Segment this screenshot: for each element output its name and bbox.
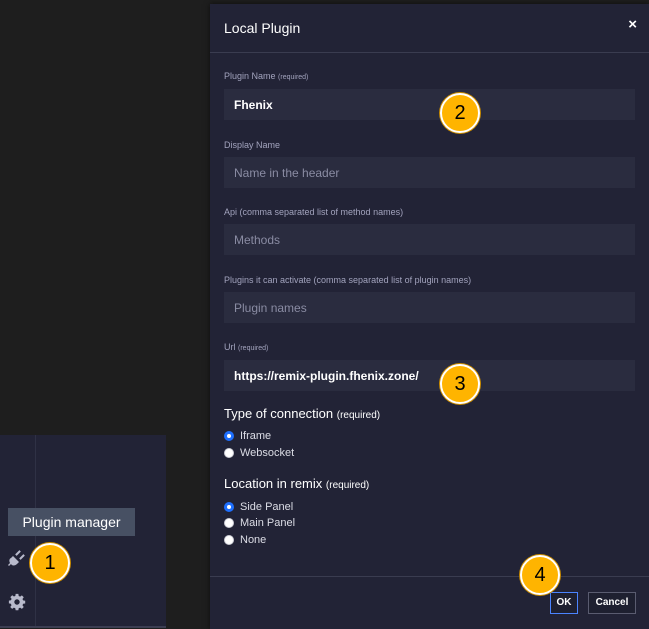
modal-title: Local Plugin	[224, 20, 301, 36]
radio-none[interactable]: None	[224, 534, 266, 546]
radio-label: Websocket	[240, 447, 295, 459]
callout-3: 3	[440, 364, 480, 404]
api-methods-input[interactable]	[224, 224, 635, 255]
plugin-names-input[interactable]	[224, 292, 635, 323]
callout-1: 1	[30, 543, 70, 583]
radio-button[interactable]	[224, 518, 234, 528]
display-name-label: Display Name	[224, 140, 281, 150]
connection-type-title: Type of connection (required)	[224, 406, 380, 421]
radio-label: Side Panel	[240, 501, 294, 513]
ok-button[interactable]: OK	[550, 592, 578, 614]
required-marker: (required)	[278, 74, 309, 81]
location-title-text: Location in remix	[224, 476, 323, 491]
plugins-activate-label: Plugins it can activate (comma separated…	[224, 275, 472, 285]
url-label-text: Url	[224, 342, 236, 352]
modal-header: Local Plugin ×	[210, 4, 649, 53]
location-title: Location in remix (required)	[224, 476, 369, 491]
connection-type-text: Type of connection	[224, 406, 334, 421]
api-label: Api (comma separated list of method name…	[224, 207, 404, 217]
modal-footer-divider	[210, 576, 649, 577]
cancel-button[interactable]: Cancel	[588, 592, 636, 614]
close-icon[interactable]: ×	[628, 16, 637, 33]
plugin-name-label: Plugin Name (required)	[224, 71, 308, 81]
callout-2: 2	[440, 93, 480, 133]
required-marker: (required)	[238, 345, 269, 352]
display-name-input[interactable]	[224, 157, 635, 188]
radio-button[interactable]	[224, 448, 234, 458]
gear-icon[interactable]	[8, 593, 26, 611]
required-marker: (required)	[325, 480, 370, 491]
required-marker: (required)	[336, 410, 381, 421]
url-label: Url (required)	[224, 342, 268, 352]
radio-label: Iframe	[240, 430, 272, 442]
url-input[interactable]	[224, 360, 635, 391]
radio-button[interactable]	[224, 502, 234, 512]
radio-label: None	[240, 534, 267, 546]
radio-side-panel[interactable]: Side Panel	[224, 501, 293, 513]
radio-websocket[interactable]: Websocket	[224, 447, 294, 459]
plugin-manager-tooltip: Plugin manager	[8, 508, 135, 536]
plugin-name-label-text: Plugin Name	[224, 71, 276, 81]
radio-main-panel[interactable]: Main Panel	[224, 517, 295, 529]
radio-button[interactable]	[224, 535, 234, 545]
callout-4: 4	[520, 555, 560, 595]
local-plugin-modal: Local Plugin × Plugin Name (required) Di…	[210, 4, 649, 629]
radio-label: Main Panel	[240, 517, 296, 529]
plug-icon[interactable]	[7, 548, 27, 568]
radio-button[interactable]	[224, 431, 234, 441]
plugin-name-input[interactable]	[224, 89, 635, 120]
radio-iframe[interactable]: Iframe	[224, 430, 271, 442]
